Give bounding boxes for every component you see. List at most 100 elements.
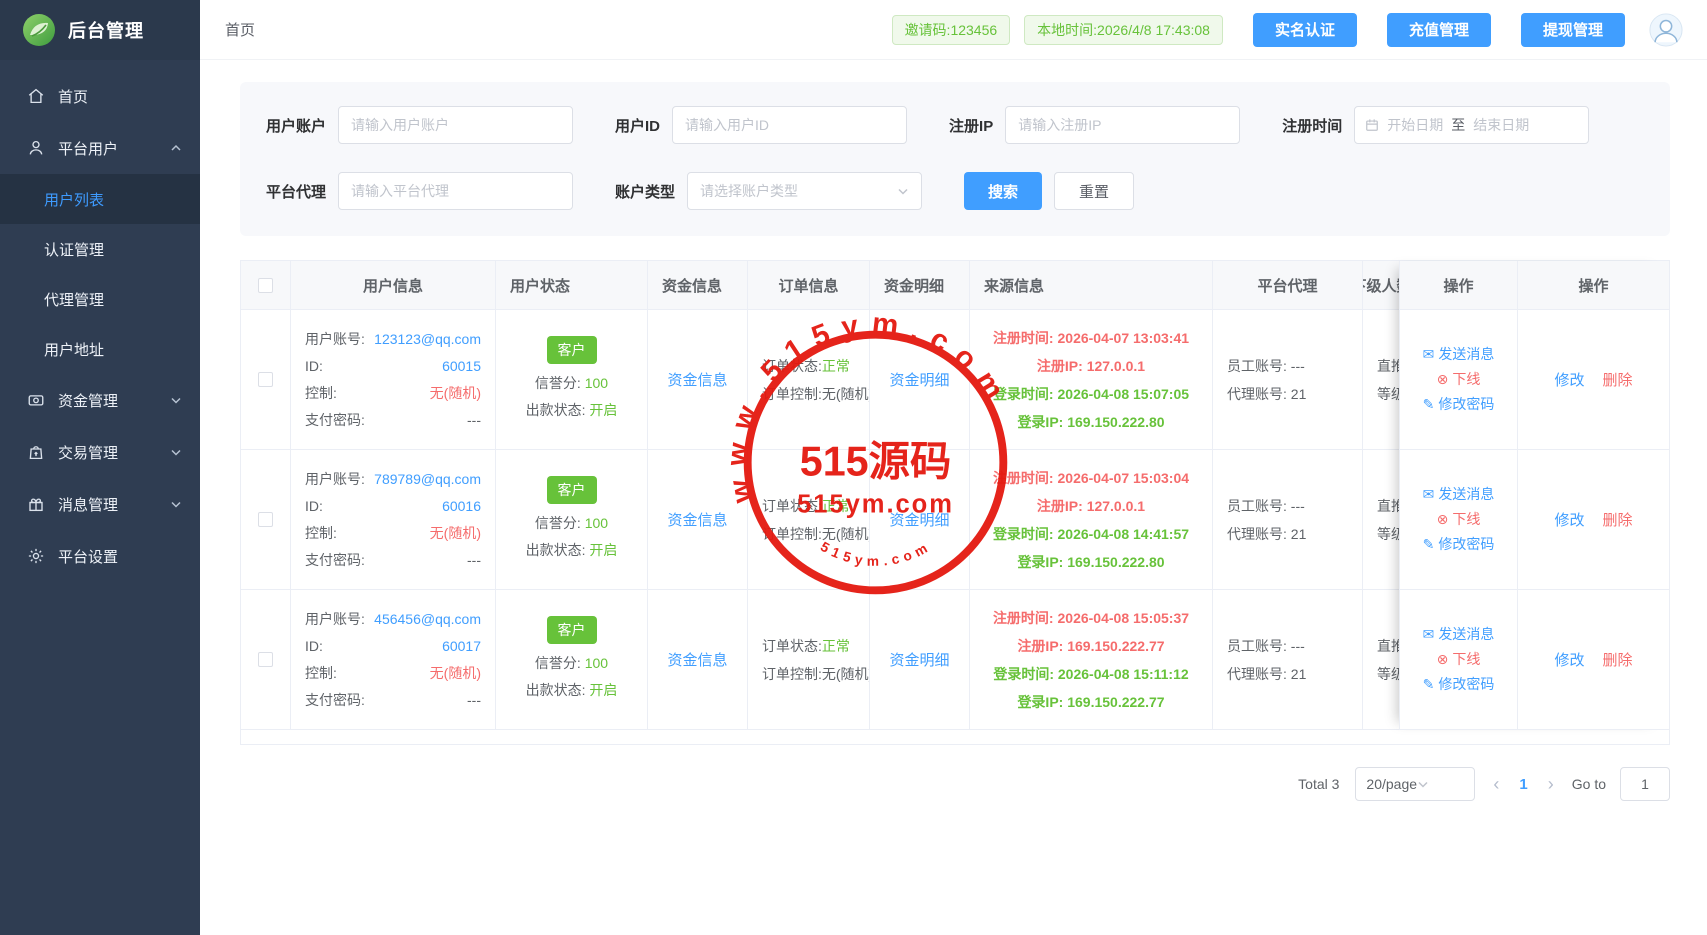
reset-button[interactable]: 重置 (1054, 172, 1134, 210)
login-ip: 169.150.222.80 (1067, 554, 1164, 570)
change-password-link[interactable]: ✎修改密码 (1414, 532, 1503, 557)
logo-icon (22, 13, 56, 47)
filter-panel: 用户账户 用户ID 注册IP 注册时间 (240, 82, 1670, 236)
delete-link[interactable]: 删除 (1603, 369, 1633, 390)
fund-info-link[interactable]: 资金信息 (667, 369, 727, 390)
col-platform-agent: 平台代理 (1213, 261, 1363, 309)
breadcrumb[interactable]: 首页 (225, 19, 255, 40)
sidebar-item-platform-settings[interactable]: 平台设置 (0, 530, 200, 582)
sidebar-item-label: 平台用户 (58, 138, 118, 159)
action-cell: 修改 删除 (1517, 590, 1669, 729)
sidebar-item-auth-manage[interactable]: 认证管理 (0, 224, 200, 274)
current-page[interactable]: 1 (1517, 776, 1529, 793)
edit-link[interactable]: 修改 (1554, 369, 1584, 390)
sidebar-item-trade-manage[interactable]: 交易管理 (0, 426, 200, 478)
offline-link[interactable]: ⊗下线 (1414, 507, 1503, 532)
row-checkbox[interactable] (258, 652, 273, 667)
sidebar-item-platform-users[interactable]: 平台用户 (0, 122, 200, 174)
user-account[interactable]: 789789@qq.com (374, 466, 481, 493)
user-info-cell: 用户账号:789789@qq.com ID:60016 控制:无(随机) 支付密… (291, 450, 496, 589)
date-end-placeholder: 结束日期 (1473, 115, 1529, 135)
offline-link[interactable]: ⊗下线 (1414, 647, 1503, 672)
offline-icon: ⊗ (1437, 647, 1449, 672)
select-all-checkbox[interactable] (258, 278, 273, 293)
sidebar-item-home[interactable]: 首页 (0, 70, 200, 122)
chevron-down-icon (170, 498, 182, 510)
userid-filter-input[interactable] (672, 106, 907, 144)
sidebar-item-funds-manage[interactable]: 资金管理 (0, 374, 200, 426)
payout-status: 开启 (589, 682, 617, 698)
user-icon (26, 138, 46, 158)
pay-password: --- (467, 687, 481, 714)
withdraw-manage-button[interactable]: 提现管理 (1521, 13, 1625, 47)
agent-account: 21 (1291, 386, 1307, 402)
customer-badge: 客户 (547, 616, 597, 644)
goto-page-input[interactable] (1620, 767, 1670, 801)
register-ip: 127.0.0.1 (1087, 358, 1145, 374)
chevron-up-icon (170, 142, 182, 154)
prev-page-button[interactable]: ‹ (1489, 774, 1503, 795)
edit-link[interactable]: 修改 (1554, 509, 1584, 530)
action-cell: 修改 删除 (1517, 450, 1669, 589)
credit-score: 100 (585, 655, 608, 671)
agent-filter-input[interactable] (338, 172, 573, 210)
regip-filter-input[interactable] (1005, 106, 1240, 144)
customer-badge: 客户 (547, 336, 597, 364)
user-account[interactable]: 123123@qq.com (374, 326, 481, 353)
page-size-select[interactable]: 20/page (1355, 767, 1475, 801)
account-filter-input[interactable] (338, 106, 573, 144)
user-table: 用户信息 用户状态 资金信息 订单信息 资金明细 来源信息 平台代理 下级人数 (240, 260, 1670, 745)
app-logo: 后台管理 (0, 0, 200, 60)
login-time: 2026-04-08 14:41:57 (1058, 526, 1190, 542)
fund-detail-link[interactable]: 资金明细 (889, 509, 949, 530)
register-time: 2026-04-08 15:05:37 (1058, 610, 1190, 626)
fund-detail-link[interactable]: 资金明细 (889, 369, 949, 390)
goto-label: Go to (1572, 776, 1606, 792)
row-checkbox[interactable] (258, 512, 273, 527)
source-info-cell: 注册时间: 2026-04-07 15:03:04 注册IP: 127.0.0.… (970, 450, 1213, 589)
gift-icon (26, 494, 46, 514)
change-password-link[interactable]: ✎修改密码 (1414, 672, 1503, 697)
send-message-link[interactable]: ✉发送消息 (1414, 342, 1503, 367)
pagination-total: Total 3 (1298, 776, 1339, 792)
sidebar-item-user-address[interactable]: 用户地址 (0, 324, 200, 374)
search-button[interactable]: 搜索 (964, 172, 1042, 210)
table-scroll-area: 用户信息 用户状态 资金信息 订单信息 资金明细 来源信息 平台代理 下级人数 (241, 261, 1401, 730)
sidebar-item-message-manage[interactable]: 消息管理 (0, 478, 200, 530)
date-separator: 至 (1451, 115, 1465, 135)
register-time: 2026-04-07 13:03:41 (1058, 330, 1190, 346)
fund-info-link[interactable]: 资金信息 (667, 649, 727, 670)
money-icon (26, 390, 46, 410)
account-filter-label: 用户账户 (266, 115, 326, 136)
account-type-select[interactable]: 请选择账户类型 (687, 172, 922, 210)
sidebar-item-agent-manage[interactable]: 代理管理 (0, 274, 200, 324)
recharge-manage-button[interactable]: 充值管理 (1387, 13, 1491, 47)
source-info-cell: 注册时间: 2026-04-07 13:03:41 注册IP: 127.0.0.… (970, 310, 1213, 449)
chevron-down-icon (170, 394, 182, 406)
fund-info-link[interactable]: 资金信息 (667, 509, 727, 530)
fund-detail-link[interactable]: 资金明细 (889, 649, 949, 670)
next-page-button[interactable]: › (1544, 774, 1558, 795)
sidebar-item-label: 消息管理 (58, 494, 118, 515)
offline-link[interactable]: ⊗下线 (1414, 367, 1503, 392)
realname-verify-button[interactable]: 实名认证 (1253, 13, 1357, 47)
send-message-link[interactable]: ✉发送消息 (1414, 622, 1503, 647)
delete-link[interactable]: 删除 (1603, 509, 1633, 530)
sidebar-item-label: 首页 (58, 86, 88, 107)
user-avatar[interactable] (1649, 13, 1683, 47)
edit-link[interactable]: 修改 (1554, 649, 1584, 670)
envelope-icon: ✉ (1423, 342, 1435, 367)
change-password-link[interactable]: ✎修改密码 (1414, 392, 1503, 417)
user-account[interactable]: 456456@qq.com (374, 606, 481, 633)
subordinates-cell: 直推人数: 等级: (1363, 450, 1401, 589)
subordinates-cell: 直推人数: 等级: (1363, 310, 1401, 449)
row-checkbox[interactable] (258, 372, 273, 387)
register-ip: 169.150.222.77 (1067, 638, 1164, 654)
col-user-status: 用户状态 (496, 261, 648, 309)
delete-link[interactable]: 删除 (1603, 649, 1633, 670)
regtime-range-picker[interactable]: 开始日期 至 结束日期 (1354, 106, 1589, 144)
send-message-link[interactable]: ✉发送消息 (1414, 482, 1503, 507)
sidebar-item-user-list[interactable]: 用户列表 (0, 174, 200, 224)
fixed-body: ✉发送消息 ⊗下线 ✎修改密码 修改 删除 (1399, 310, 1669, 730)
table-row: 用户账号:123123@qq.com ID:60015 控制:无(随机) 支付密… (241, 310, 1401, 450)
